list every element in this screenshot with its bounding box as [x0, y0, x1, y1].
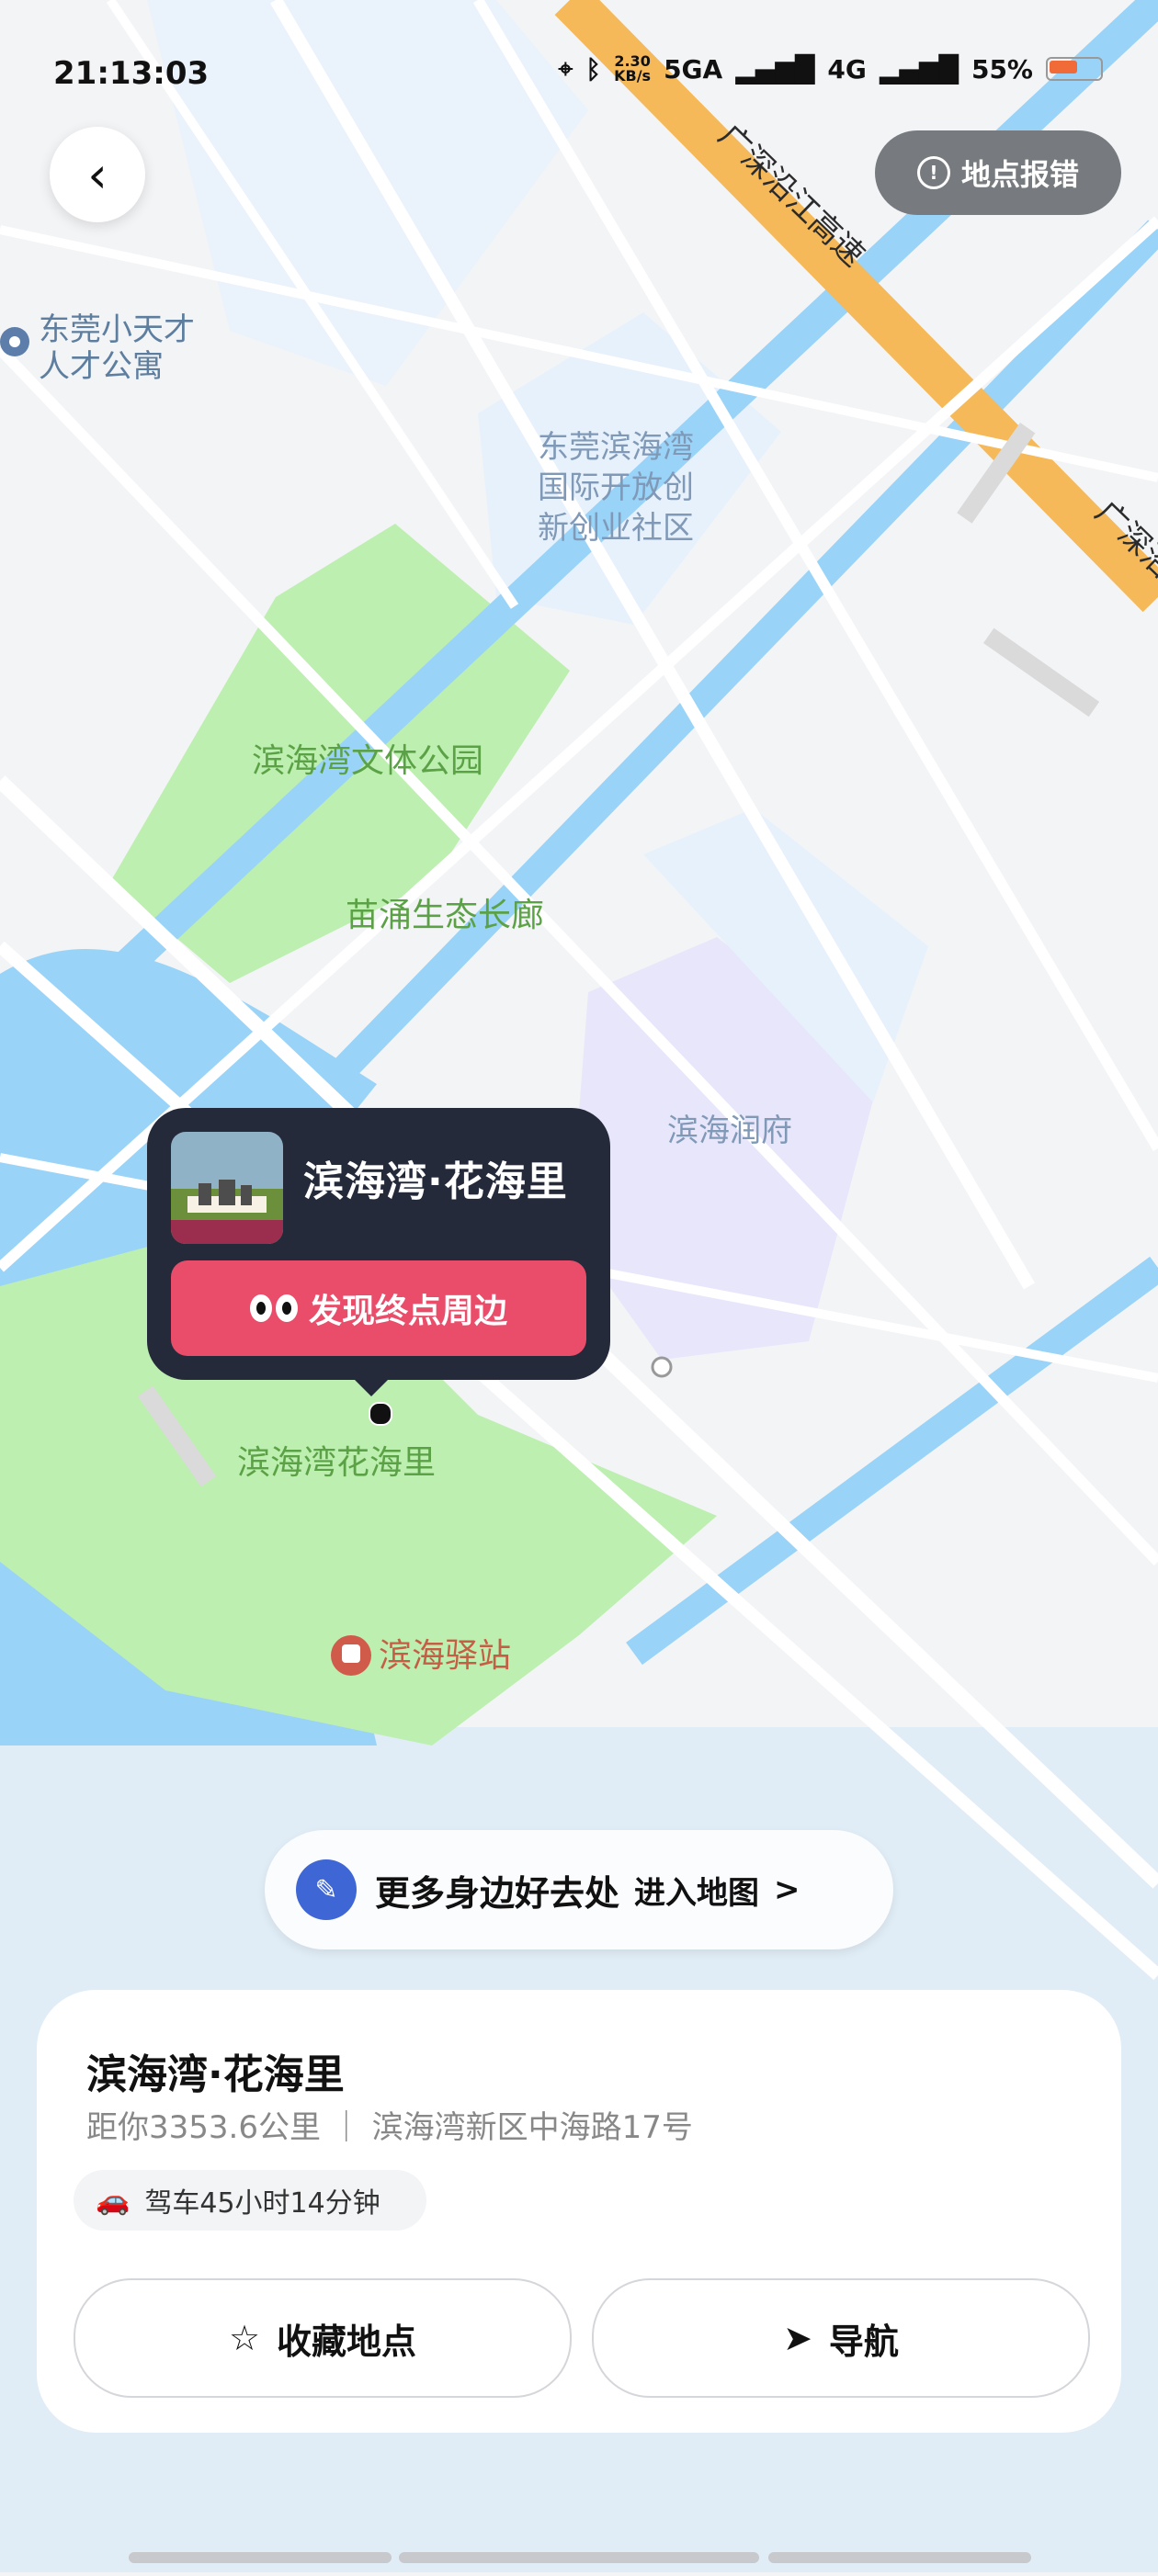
status-time: 21:13:03: [53, 55, 210, 92]
network-label-2: 4G: [827, 53, 867, 85]
network-speed: 2.30 KB/s: [614, 54, 651, 84]
callout-title: 滨海湾·花海里: [303, 1158, 568, 1205]
car-icon: 🚗: [96, 2184, 131, 2217]
speed-bottom: KB/s: [614, 67, 652, 85]
area-label-line2: 国际开放创: [538, 469, 694, 506]
park-label-2: 苗涌生态长廊: [346, 897, 544, 934]
back-button[interactable]: ‹: [50, 127, 145, 222]
report-label: 地点报错: [960, 157, 1079, 192]
network-label-1: 5GA: [664, 53, 723, 85]
resident-label: 滨海润府: [667, 1113, 792, 1149]
place-name: 滨海湾·花海里: [86, 2051, 345, 2098]
signal-icon-2: ▂▄▆█: [879, 53, 959, 85]
area-label-line1: 东莞滨海湾: [538, 429, 694, 466]
battery-fill: [1050, 61, 1077, 73]
bottom-handle-right: [768, 2552, 1031, 2563]
enter-map-text: 进入地图: [634, 1874, 760, 1912]
thumbnail-image: [171, 1132, 283, 1244]
place-sheet: 滨海湾·花海里 距你3353.6公里 ｜ 滨海湾新区中海路17号 🚗 驾车45小…: [37, 1990, 1121, 2433]
signal-icon-1: ▂▄▆█: [735, 53, 815, 85]
area-label-line3: 新创业社区: [538, 510, 694, 547]
bottom-handle-left: [129, 2552, 392, 2563]
battery-icon: [1046, 57, 1103, 81]
chevron-right-icon: >: [774, 1871, 800, 1908]
drive-time-text: 驾车45小时14分钟: [144, 2187, 380, 2220]
navigation-arrow-icon: ➤: [783, 2318, 812, 2358]
favorite-label: 收藏地点: [277, 2321, 417, 2362]
poi-1-label-line2: 人才公寓: [39, 348, 164, 385]
station-label: 滨海驿站: [379, 1637, 511, 1675]
station-poi: 滨海驿站: [331, 1635, 511, 1676]
back-icon: ‹: [87, 145, 108, 204]
poi-1-label-line1: 东莞小天才: [39, 311, 195, 348]
map-dot: [651, 1356, 673, 1378]
destination-thumbnail: [171, 1132, 283, 1244]
explore-more-button[interactable]: ✎ 更多身边好去处 进入地图 >: [265, 1830, 893, 1949]
explore-text: 更多身边好去处: [375, 1872, 620, 1914]
status-right: ⌖ ᛒ 2.30 KB/s 5GA ▂▄▆█ 4G ▂▄▆█ 55%: [559, 53, 1103, 85]
destination-pin[interactable]: [369, 1402, 392, 1426]
destination-map-label: 滨海湾花海里: [237, 1444, 436, 1482]
favorite-button[interactable]: ☆ 收藏地点: [74, 2278, 572, 2398]
battery-text: 55%: [971, 53, 1033, 85]
eyes-icon: [249, 1294, 298, 1322]
park-label-1: 滨海湾文体公园: [252, 742, 483, 780]
station-icon-inner: [342, 1644, 360, 1663]
explore-icon: ✎: [296, 1859, 357, 1920]
poi-1-marker-center: [9, 336, 20, 347]
drive-time-chip[interactable]: 🚗 驾车45小时14分钟: [74, 2170, 426, 2231]
eye-left: [249, 1294, 272, 1322]
location-icon: ⌖: [558, 53, 573, 84]
bottom-handle-middle: [399, 2552, 759, 2563]
star-icon: ☆: [228, 2318, 261, 2358]
place-meta: 距你3353.6公里 ｜ 滨海湾新区中海路17号: [86, 2109, 693, 2146]
alert-icon: !: [916, 156, 950, 189]
eye-right: [275, 1294, 298, 1322]
navigate-label: 导航: [828, 2321, 899, 2362]
destination-callout[interactable]: 滨海湾·花海里 发现终点周边: [147, 1108, 610, 1396]
discover-nearby-label: 发现终点周边: [308, 1293, 507, 1330]
report-button[interactable]: ! 地点报错: [875, 130, 1121, 215]
discover-nearby-button[interactable]: 发现终点周边: [171, 1260, 586, 1356]
navigate-button[interactable]: ➤ 导航: [592, 2278, 1090, 2398]
bluetooth-icon: ᛒ: [585, 53, 602, 85]
